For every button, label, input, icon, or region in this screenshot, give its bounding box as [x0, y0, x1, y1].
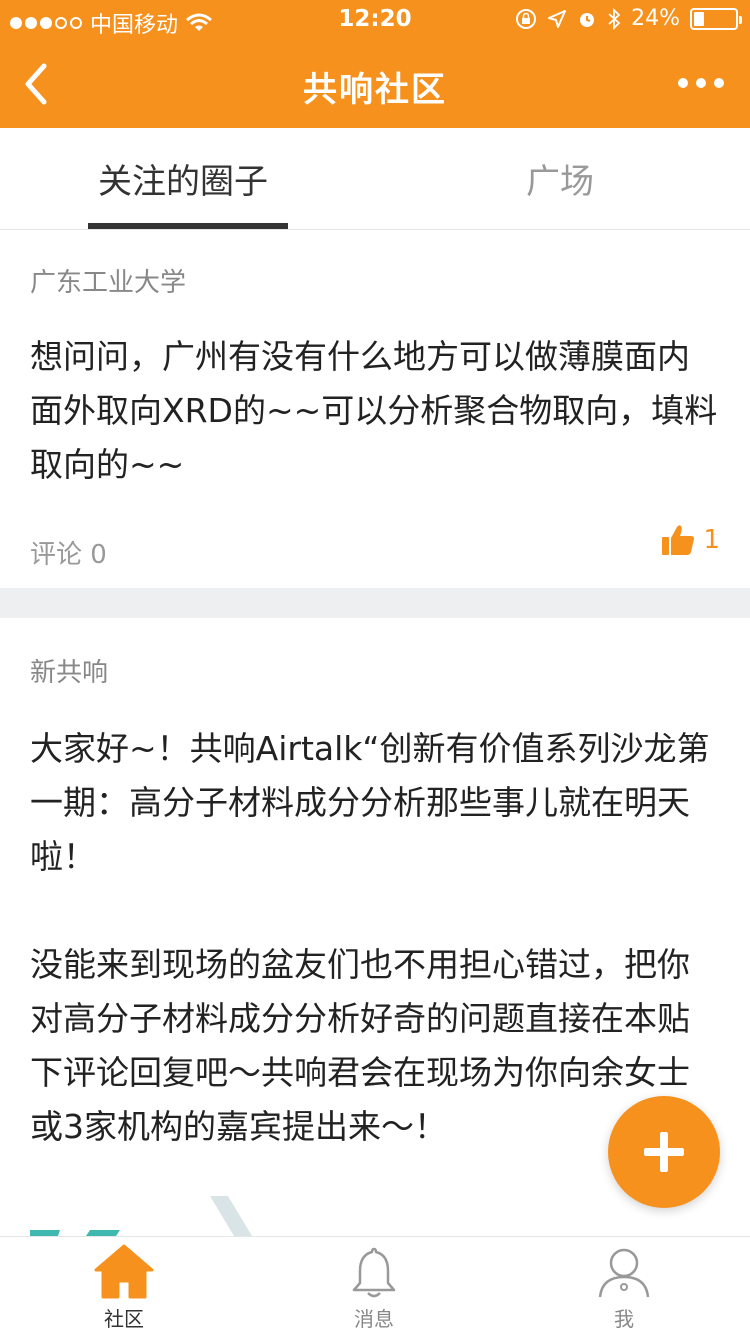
tab-active-indicator: [88, 223, 288, 229]
nav-bar: 共响社区: [0, 40, 750, 128]
bottom-tab-label: 社区: [104, 1307, 144, 1331]
post-image[interactable]: [30, 1196, 270, 1236]
post-card[interactable]: 广东工业大学 想问问，广州有没有什么地方可以做薄膜面内面外取向XRD的~~可以分…: [0, 230, 750, 588]
bottom-tab-community[interactable]: 社区: [64, 1243, 184, 1332]
post-content: 想问问，广州有没有什么地方可以做薄膜面内面外取向XRD的~~可以分析聚合物取向，…: [30, 330, 720, 492]
tab-bar: 关注的圈子 广场: [0, 128, 750, 230]
post-content: 大家好~！共响Airtalk“创新有价值系列沙龙第一期：高分子材料成分分析那些事…: [30, 722, 720, 1154]
tab-followed-circles[interactable]: 关注的圈子: [98, 154, 268, 203]
home-icon: [94, 1244, 154, 1299]
bottom-tab-bar: 社区 消息 我: [0, 1236, 750, 1334]
tab-plaza[interactable]: 广场: [526, 154, 594, 203]
post-circle-name[interactable]: 广东工业大学: [30, 262, 186, 299]
like-count: 1: [703, 525, 720, 555]
page-title: 共响社区: [303, 70, 447, 110]
top-bar: 中国移动 12:20 24% 共响社区: [0, 0, 750, 128]
post-divider: [0, 588, 750, 618]
thumbs-up-icon: [662, 525, 695, 555]
user-icon: [598, 1248, 650, 1298]
bottom-tab-messages[interactable]: 消息: [314, 1243, 434, 1332]
add-post-button[interactable]: [608, 1096, 720, 1208]
bottom-tab-label: 消息: [354, 1307, 394, 1331]
bottom-tab-me[interactable]: 我: [564, 1243, 684, 1332]
like-button[interactable]: 1: [661, 524, 720, 556]
more-icon[interactable]: [678, 78, 724, 88]
rotation-lock-icon: [516, 8, 537, 29]
post-text: 大家好~！共响Airtalk“创新有价值系列沙龙第一期：高分子材料成分分析那些事…: [30, 729, 710, 876]
bottom-tab-label: 我: [614, 1307, 634, 1331]
bluetooth-icon: [608, 7, 621, 30]
alarm-icon: [580, 12, 595, 27]
battery-percent: 24%: [631, 6, 680, 31]
battery-icon: [690, 7, 742, 30]
post-text: 想问问，广州有没有什么地方可以做薄膜面内面外取向XRD的~~可以分析聚合物取向，…: [30, 337, 718, 484]
location-icon: [548, 9, 567, 28]
comment-count[interactable]: 评论 0: [30, 534, 107, 571]
post-circle-name[interactable]: 新共响: [30, 652, 108, 689]
bell-icon: [352, 1247, 396, 1298]
status-bar: 中国移动 12:20 24%: [0, 0, 750, 40]
